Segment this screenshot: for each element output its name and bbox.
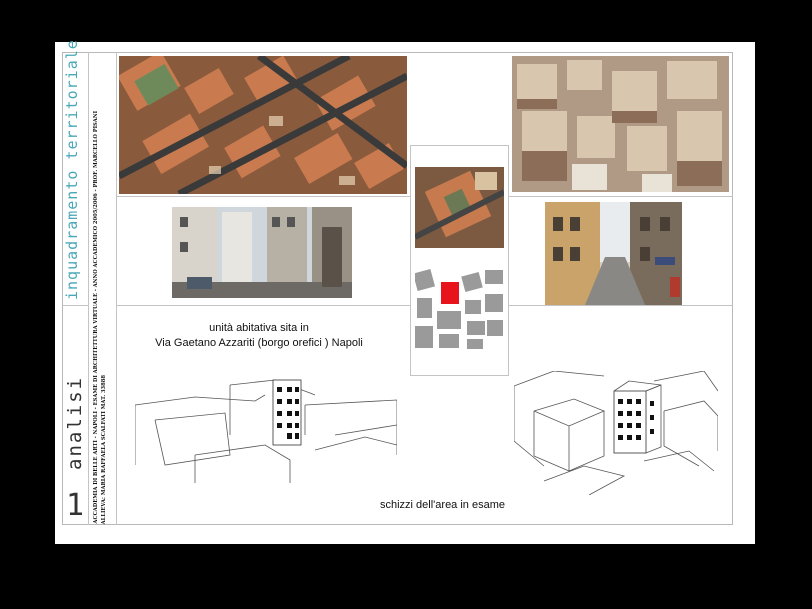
section-title: inquadramento territoriale: [63, 39, 81, 300]
divider: [62, 305, 89, 306]
axonometric-sketch: [514, 371, 718, 495]
divider: [508, 196, 733, 197]
site-map: [415, 266, 504, 350]
street-photo: [172, 207, 352, 298]
credits-line: ACCADEMIA DI BELLE ARTI - NAPOLI - ESAME…: [93, 111, 99, 524]
divider: [410, 145, 411, 375]
divider: [410, 375, 509, 376]
sketches-caption: schizzi dell'area in esame: [380, 499, 505, 511]
divider: [116, 196, 411, 197]
street-photo-narrow: [545, 202, 682, 305]
address-line: unità abitativa sita in: [209, 322, 309, 334]
address-line: Via Gaetano Azzariti (borgo orefici ) Na…: [155, 337, 363, 349]
address-caption: unità abitativa sita in Via Gaetano Azza…: [150, 322, 368, 349]
divider: [508, 305, 733, 306]
credits: ACCADEMIA DI BELLE ARTI - NAPOLI - ESAME…: [92, 98, 108, 524]
divider: [508, 145, 509, 375]
aerial-detail-photo: [415, 167, 504, 248]
section-subtitle: analisi: [64, 375, 86, 470]
divider: [116, 305, 411, 306]
credits-line: ALLIEVA: MARIA RAFFAELA SCALFATI MAT. 33…: [101, 374, 107, 524]
perspective-sketch: [135, 375, 397, 483]
aerial-photo-oblique: [512, 56, 729, 192]
highlighted-building: [441, 282, 459, 304]
aerial-photo: [119, 56, 407, 194]
divider: [410, 145, 509, 146]
divider: [88, 52, 89, 525]
divider: [116, 52, 117, 525]
page-number: 1: [66, 488, 85, 523]
